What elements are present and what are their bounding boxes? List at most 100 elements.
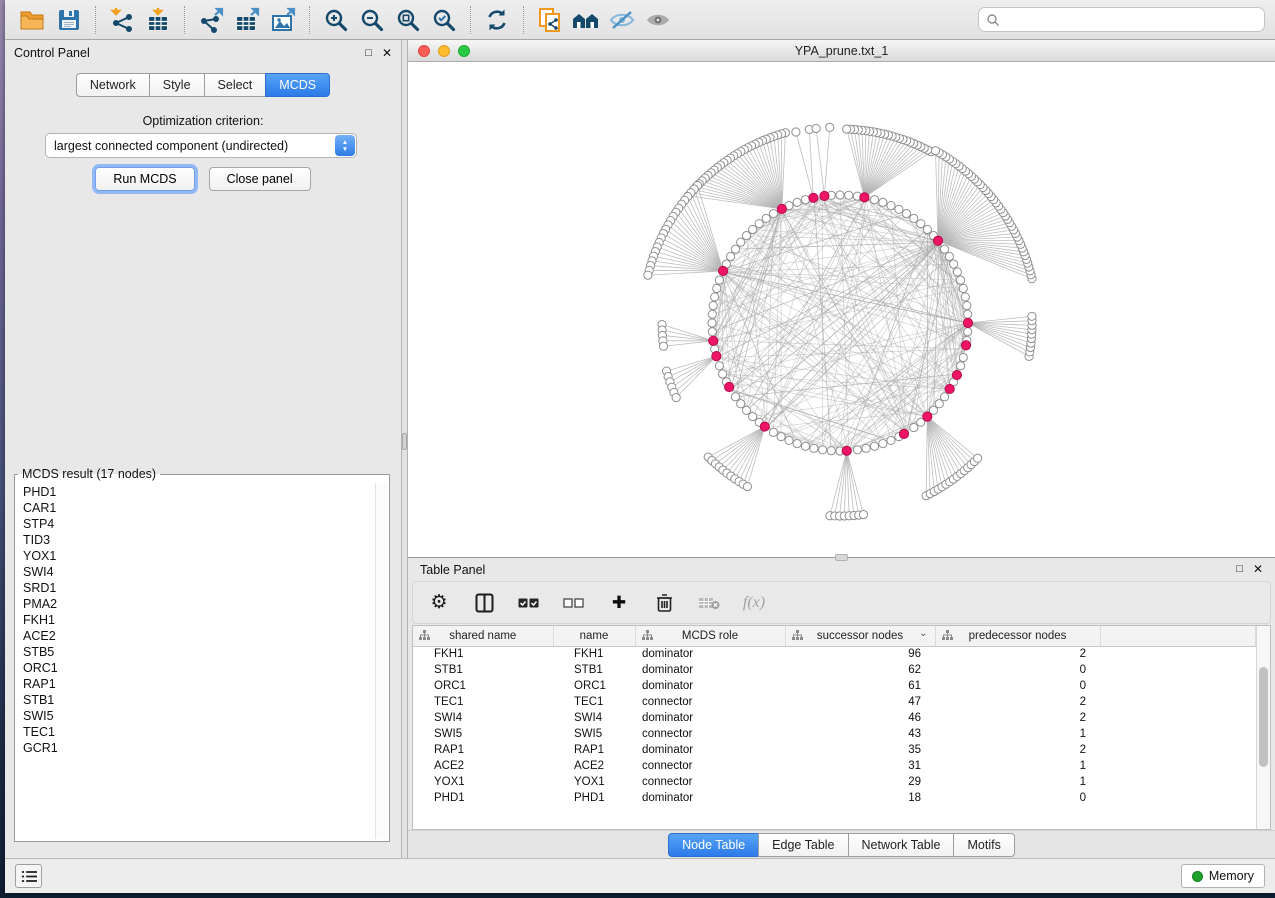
column-namespace-icon bbox=[942, 630, 953, 644]
tab-style[interactable]: Style bbox=[149, 73, 205, 97]
table-row[interactable]: FKH1FKH1dominator962 bbox=[413, 646, 1256, 662]
panel-list-button[interactable] bbox=[15, 864, 42, 888]
table-row[interactable]: ORC1ORC1dominator610 bbox=[413, 678, 1256, 694]
first-neighbors-icon[interactable] bbox=[568, 4, 604, 36]
delete-columns-icon[interactable] bbox=[652, 591, 676, 615]
splitter-grip[interactable] bbox=[402, 433, 407, 450]
mcds-result-item[interactable]: CAR1 bbox=[23, 500, 389, 516]
close-panel-button[interactable]: Close panel bbox=[209, 167, 311, 191]
table-cell: dominator bbox=[635, 646, 785, 662]
zoom-selected-icon[interactable] bbox=[426, 4, 462, 36]
table-cell: 46 bbox=[785, 710, 935, 726]
close-window-icon[interactable] bbox=[418, 45, 430, 57]
mcds-result-item[interactable]: PHD1 bbox=[23, 484, 389, 500]
mcds-result-item[interactable]: STB5 bbox=[23, 644, 389, 660]
mcds-result-item[interactable]: YOX1 bbox=[23, 548, 389, 564]
table-cell: dominator bbox=[635, 790, 785, 806]
export-image-icon[interactable] bbox=[265, 4, 301, 36]
close-table-panel-icon[interactable]: ✕ bbox=[1253, 564, 1263, 575]
table-row[interactable]: TEC1TEC1connector472 bbox=[413, 694, 1256, 710]
unselect-all-columns-icon[interactable] bbox=[562, 591, 586, 615]
table-cell: 29 bbox=[785, 774, 935, 790]
hide-selected-icon[interactable] bbox=[604, 4, 640, 36]
criterion-dropdown[interactable]: largest connected component (undirected)… bbox=[45, 133, 357, 158]
memory-status-icon bbox=[1192, 871, 1203, 882]
search-input[interactable] bbox=[1000, 13, 1257, 27]
maximize-window-icon[interactable] bbox=[458, 45, 470, 57]
table-row[interactable]: ACE2ACE2connector311 bbox=[413, 758, 1256, 774]
mcds-result-item[interactable]: RAP1 bbox=[23, 676, 389, 692]
float-table-panel-icon[interactable]: □ bbox=[1236, 564, 1243, 575]
table-options-gear-icon[interactable]: ⚙ bbox=[427, 591, 451, 615]
network-window: YPA_prune.txt_1 bbox=[408, 40, 1275, 558]
mcds-result-item[interactable]: FKH1 bbox=[23, 612, 389, 628]
table-cell: 18 bbox=[785, 790, 935, 806]
zoom-out-icon[interactable] bbox=[354, 4, 390, 36]
table-cell: 1 bbox=[935, 726, 1100, 742]
search-field[interactable] bbox=[978, 7, 1265, 32]
column-header-shared-name[interactable]: shared name bbox=[413, 626, 553, 646]
minimize-window-icon[interactable] bbox=[438, 45, 450, 57]
network-canvas[interactable] bbox=[408, 62, 1275, 557]
mcds-result-item[interactable]: ACE2 bbox=[23, 628, 389, 644]
column-header-predecessor-nodes[interactable]: predecessor nodes bbox=[935, 626, 1100, 646]
mcds-result-item[interactable]: ORC1 bbox=[23, 660, 389, 676]
export-table-icon[interactable] bbox=[229, 4, 265, 36]
network-graph-svg[interactable] bbox=[408, 62, 1275, 557]
run-mcds-button[interactable]: Run MCDS bbox=[95, 167, 194, 191]
save-icon[interactable] bbox=[51, 4, 87, 36]
import-table-icon[interactable] bbox=[140, 4, 176, 36]
zoom-fit-icon[interactable] bbox=[390, 4, 426, 36]
mcds-result-item[interactable]: PMA2 bbox=[23, 596, 389, 612]
table-row[interactable]: STB1STB1dominator620 bbox=[413, 662, 1256, 678]
table-row[interactable]: SWI5SWI5connector431 bbox=[413, 726, 1256, 742]
table-scrollbar[interactable] bbox=[1256, 626, 1270, 829]
mcds-result-item[interactable]: TEC1 bbox=[23, 724, 389, 740]
export-network-icon[interactable] bbox=[193, 4, 229, 36]
mcds-list-scrollbar[interactable] bbox=[375, 483, 387, 839]
table-row[interactable]: YOX1YOX1connector291 bbox=[413, 774, 1256, 790]
import-network-icon[interactable] bbox=[104, 4, 140, 36]
mcds-result-item[interactable]: SRD1 bbox=[23, 580, 389, 596]
column-header-name[interactable]: name bbox=[553, 626, 635, 646]
tab-node-table[interactable]: Node Table bbox=[668, 833, 759, 857]
memory-button[interactable]: Memory bbox=[1181, 864, 1265, 888]
duplicate-network-icon[interactable] bbox=[532, 4, 568, 36]
mcds-result-item[interactable]: STP4 bbox=[23, 516, 389, 532]
horizontal-splitter-grip[interactable] bbox=[835, 554, 848, 561]
select-all-columns-icon[interactable] bbox=[517, 591, 541, 615]
application-window: Control Panel □ ✕ NetworkStyleSelectMCDS… bbox=[5, 0, 1275, 893]
tab-network-table[interactable]: Network Table bbox=[848, 833, 955, 857]
refresh-layout-icon[interactable] bbox=[479, 4, 515, 36]
tab-edge-table[interactable]: Edge Table bbox=[758, 833, 848, 857]
table-row[interactable]: PHD1PHD1dominator180 bbox=[413, 790, 1256, 806]
float-panel-icon[interactable]: □ bbox=[365, 48, 372, 59]
show-all-icon[interactable] bbox=[640, 4, 676, 36]
mcds-result-item[interactable]: STB1 bbox=[23, 692, 389, 708]
column-header-successor-nodes[interactable]: successor nodes⌄ bbox=[785, 626, 935, 646]
tab-network[interactable]: Network bbox=[76, 73, 150, 97]
network-window-titlebar[interactable]: YPA_prune.txt_1 bbox=[408, 40, 1275, 62]
table-scrollbar-thumb[interactable] bbox=[1259, 667, 1268, 767]
mcds-result-list[interactable]: PHD1CAR1STP4TID3YOX1SWI4SRD1PMA2FKH1ACE2… bbox=[15, 483, 389, 756]
status-bar: Memory bbox=[5, 858, 1275, 893]
control-panel-title: Control Panel bbox=[14, 46, 90, 60]
add-column-icon[interactable]: ✚ bbox=[607, 591, 631, 615]
zoom-in-icon[interactable] bbox=[318, 4, 354, 36]
mcds-result-item[interactable]: SWI5 bbox=[23, 708, 389, 724]
show-column-panel-icon[interactable] bbox=[472, 591, 496, 615]
tab-motifs[interactable]: Motifs bbox=[953, 833, 1014, 857]
node-table-grid[interactable]: shared namenameMCDS rolesuccessor nodes⌄… bbox=[413, 626, 1256, 806]
table-row[interactable]: SWI4SWI4dominator462 bbox=[413, 710, 1256, 726]
tab-select[interactable]: Select bbox=[204, 73, 267, 97]
close-panel-icon[interactable]: ✕ bbox=[382, 48, 392, 59]
column-header-mcds-role[interactable]: MCDS role bbox=[635, 626, 785, 646]
sort-chevron-icon[interactable]: ⌄ bbox=[919, 628, 927, 639]
mcds-result-item[interactable]: TID3 bbox=[23, 532, 389, 548]
tab-mcds[interactable]: MCDS bbox=[265, 73, 330, 97]
open-folder-icon[interactable] bbox=[15, 4, 51, 36]
mcds-result-item[interactable]: SWI4 bbox=[23, 564, 389, 580]
mcds-result-item[interactable]: GCR1 bbox=[23, 740, 389, 756]
optimization-criterion-label: Optimization criterion: bbox=[5, 114, 401, 128]
table-row[interactable]: RAP1RAP1dominator352 bbox=[413, 742, 1256, 758]
